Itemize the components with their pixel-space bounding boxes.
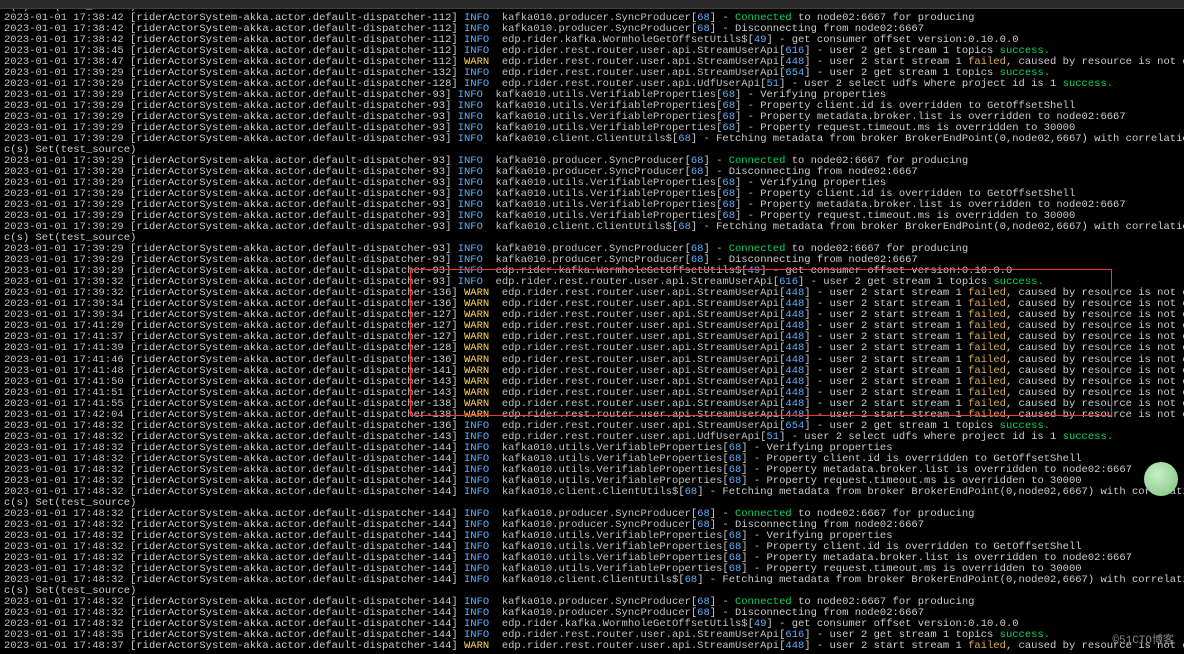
terminal-output[interactable]: c(s) Set(test_source)2023-01-01 17:38:42…	[0, 0, 1184, 654]
log-line: 2023-01-01 17:48:37 [riderActorSystem-ak…	[4, 641, 1180, 652]
log-line: 2023-01-01 17:48:32 [riderActorSystem-ak…	[4, 487, 1180, 498]
watermark: ©51CTO博客	[1112, 636, 1174, 648]
avatar	[1144, 462, 1178, 496]
log-line: 2023-01-01 17:39:29 [riderActorSystem-ak…	[4, 134, 1180, 145]
log-line: 2023-01-01 17:48:32 [riderActorSystem-ak…	[4, 575, 1180, 586]
window-titlebar	[0, 0, 1184, 9]
log-line: 2023-01-01 17:39:29 [riderActorSystem-ak…	[4, 222, 1180, 233]
